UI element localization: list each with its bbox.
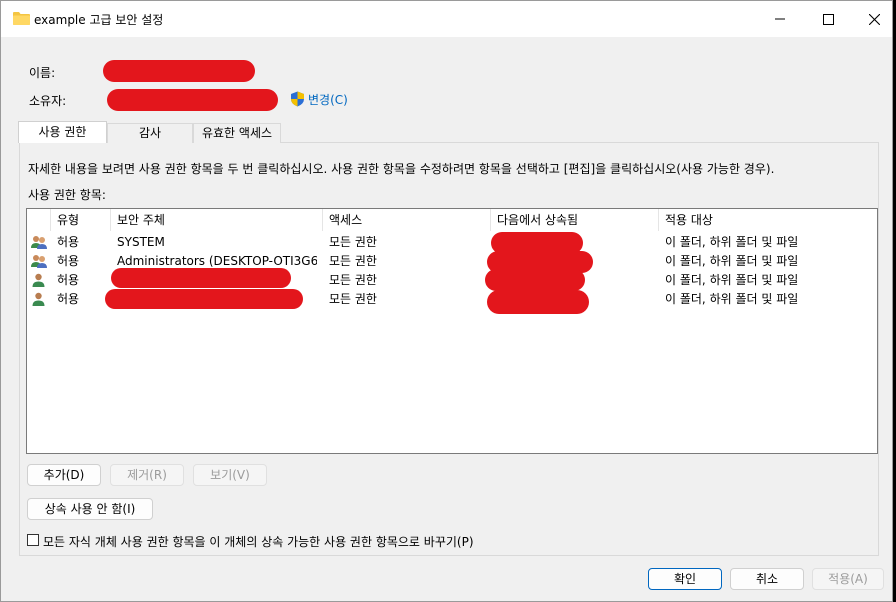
- row-applies-to: 이 폴더, 하위 폴더 및 파일: [665, 273, 799, 287]
- row-applies-to: 이 폴더, 하위 폴더 및 파일: [665, 235, 799, 249]
- column-header-type[interactable]: 유형: [51, 209, 111, 231]
- redacted-principal: [105, 289, 303, 309]
- folder-icon: [13, 12, 30, 25]
- tab-effective-access[interactable]: 유효한 액세스: [193, 123, 281, 143]
- row-applies-to: 이 폴더, 하위 폴더 및 파일: [665, 292, 799, 306]
- row-principal: SYSTEM: [117, 235, 165, 249]
- maximize-icon: [822, 13, 834, 25]
- tab-permissions[interactable]: 사용 권한: [18, 121, 107, 143]
- redacted-name: [103, 60, 255, 82]
- tab-auditing[interactable]: 감사: [107, 123, 193, 143]
- cancel-button[interactable]: 취소: [730, 568, 804, 590]
- replace-permissions-label[interactable]: 모든 자식 개체 사용 권한 항목을 이 개체의 상속 가능한 사용 권한 항목…: [43, 533, 474, 550]
- add-button[interactable]: 추가(D): [27, 464, 101, 486]
- minimize-button[interactable]: [757, 1, 803, 37]
- instructions-text: 자세한 내용을 보려면 사용 권한 항목을 두 번 클릭하십시오. 사용 권한 …: [28, 162, 775, 176]
- title-bar[interactable]: example 고급 보안 설정: [1, 1, 892, 37]
- row-type: 허용: [57, 254, 80, 268]
- row-access: 모든 권한: [329, 254, 377, 268]
- row-access: 모든 권한: [329, 235, 377, 249]
- remove-button[interactable]: 제거(R): [110, 464, 184, 486]
- row-type: 허용: [57, 235, 80, 249]
- table-row[interactable]: 허용 SYSTEM 모든 권한 이 폴더, 하위 폴더 및 파일: [27, 233, 877, 252]
- disable-inheritance-button[interactable]: 상속 사용 안 함(I): [27, 498, 153, 520]
- user-icon: [32, 273, 45, 287]
- permission-entries-list[interactable]: 유형 보안 주체 액세스 다음에서 상속됨 적용 대상 허용 SYSTEM 모든…: [26, 208, 878, 454]
- shield-icon: [291, 91, 304, 107]
- column-header-access[interactable]: 액세스: [323, 209, 491, 231]
- window-title: example 고급 보안 설정: [34, 13, 164, 27]
- close-button[interactable]: [851, 1, 896, 37]
- view-button[interactable]: 보기(V): [193, 464, 267, 486]
- change-owner-link[interactable]: 변경(C): [290, 91, 348, 107]
- ok-button[interactable]: 확인: [648, 568, 722, 590]
- row-type: 허용: [57, 273, 80, 287]
- apply-button[interactable]: 적용(A): [812, 568, 884, 590]
- row-type: 허용: [57, 292, 80, 306]
- row-access: 모든 권한: [329, 273, 377, 287]
- owner-label: 소유자:: [29, 94, 67, 108]
- column-header-principal[interactable]: 보안 주체: [111, 209, 323, 231]
- group-users-icon: [31, 236, 47, 249]
- redacted-inherited-from: [487, 290, 589, 314]
- redacted-inherited-from: [485, 269, 585, 291]
- name-label: 이름:: [29, 66, 56, 80]
- replace-permissions-checkbox[interactable]: [27, 534, 39, 546]
- maximize-button[interactable]: [805, 1, 851, 37]
- column-header-inherited-from[interactable]: 다음에서 상속됨: [491, 209, 659, 231]
- redacted-owner: [107, 89, 278, 111]
- row-applies-to: 이 폴더, 하위 폴더 및 파일: [665, 254, 799, 268]
- permission-entries-label: 사용 권한 항목:: [28, 188, 106, 202]
- column-header-applies-to[interactable]: 적용 대상: [659, 209, 877, 231]
- user-icon: [32, 292, 45, 306]
- column-header-icon[interactable]: [27, 209, 51, 231]
- change-link-label[interactable]: 변경(C): [308, 91, 348, 108]
- advanced-security-settings-window: example 고급 보안 설정 이름: 소유자: 변경(C) 사용 권한 감사…: [0, 0, 893, 602]
- redacted-principal: [111, 268, 291, 288]
- row-access: 모든 권한: [329, 292, 377, 306]
- minimize-icon: [775, 18, 785, 20]
- group-users-icon: [31, 255, 47, 268]
- close-icon: [868, 13, 880, 25]
